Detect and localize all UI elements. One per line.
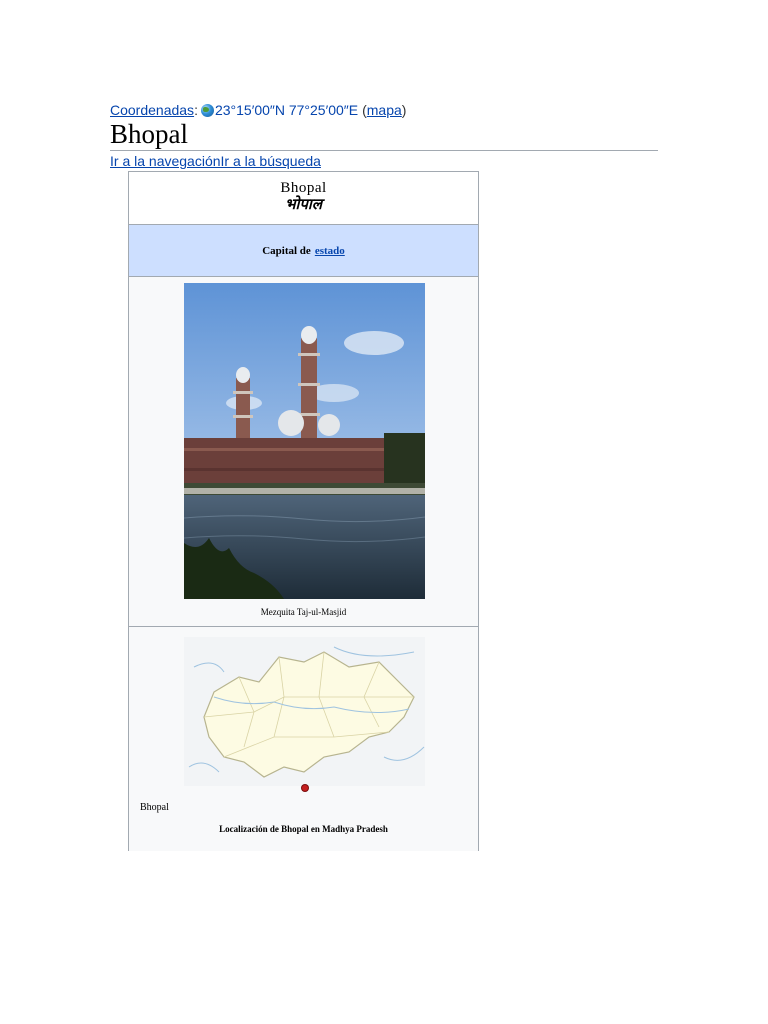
skip-links: Ir a la navegaciónIr a la búsqueda (110, 153, 321, 169)
infobox: Bhopal भोपाल Capital de estado Mezquita … (128, 171, 479, 851)
map-label: Bhopal (140, 802, 169, 813)
location-map[interactable] (184, 637, 425, 786)
coordinates-value[interactable]: 23°15′00″N 77°25′00″E (215, 102, 358, 118)
map-caption: Localización de Bhopal en Madhya Pradesh (219, 824, 388, 834)
type-prefix: Capital de (262, 244, 311, 257)
page-title: Bhopal (110, 119, 188, 149)
coordinates-link[interactable]: Coordenadas (110, 102, 194, 118)
globe-icon (200, 103, 214, 117)
infobox-header: Bhopal भोपाल (129, 172, 478, 225)
infobox-type-row: Capital de estado (129, 225, 478, 277)
infobox-photo-cell: Mezquita Taj-ul-Masjid (129, 277, 478, 627)
estado-link[interactable]: estado (315, 245, 345, 257)
skip-to-search-link[interactable]: Ir a la búsqueda (221, 153, 321, 169)
map-paren-close: ) (401, 102, 407, 118)
title-divider (110, 150, 658, 151)
skip-to-navigation-link[interactable]: Ir a la navegación (110, 153, 221, 169)
infobox-map-cell: Bhopal Localización de Bhopal en Madhya … (129, 627, 478, 853)
infobox-native-name: भोपाल (284, 197, 322, 213)
coordinates-line: Coordenadas : 23°15′00″N 77°25′00″E ( ma… (110, 102, 406, 118)
bhopal-marker (302, 785, 308, 791)
map-link[interactable]: mapa (367, 102, 402, 118)
infobox-name: Bhopal (280, 180, 327, 196)
mosque-photo[interactable] (184, 283, 425, 599)
coordinates-separator: : (194, 102, 198, 118)
photo-caption: Mezquita Taj-ul-Masjid (260, 607, 347, 617)
